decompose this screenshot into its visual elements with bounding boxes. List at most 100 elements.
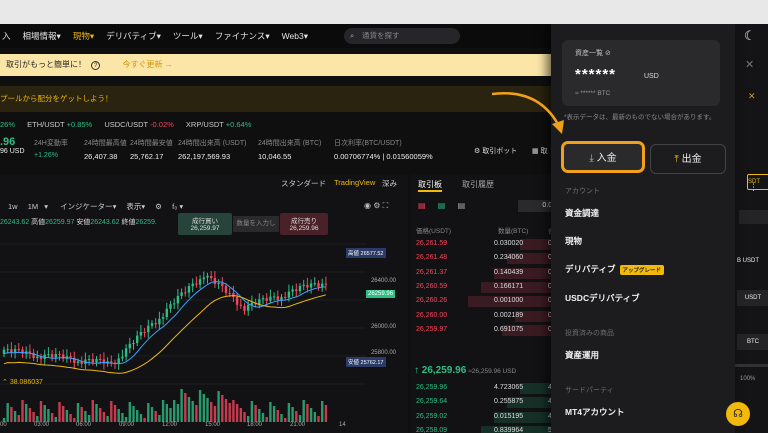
ticker-pair[interactable]: USDC/USDT	[104, 120, 148, 129]
menu-funding[interactable]: 資金調達	[565, 207, 599, 219]
orderbook-row[interactable]: 26,260.26 0.001000 0	[410, 295, 560, 308]
menu-spot[interactable]: 現物	[565, 235, 582, 247]
close-icon[interactable]: ✕	[748, 91, 756, 102]
volume-bar	[298, 415, 302, 422]
orderbook-row[interactable]: 26,261.37 0.140439 0	[410, 267, 560, 280]
withdraw-button[interactable]: ⤒ 出金	[650, 144, 726, 174]
fx-icon[interactable]: f₀ ▾	[172, 202, 183, 211]
indicator-button[interactable]: インジケーター▾	[60, 202, 116, 211]
tab-trade-history[interactable]: 取引履歴	[462, 179, 494, 190]
orderbook-row[interactable]: 26,261.59 0.030020 0	[410, 238, 560, 251]
panel-input[interactable]: BTC	[737, 334, 768, 350]
price-cell: 26,261.59	[416, 240, 448, 247]
tab-standard[interactable]: スタンダード	[281, 178, 326, 189]
volume-bar	[184, 393, 187, 422]
volume-bar	[69, 414, 72, 422]
tab-depth[interactable]: 深み	[382, 178, 397, 189]
theme-toggle-icon[interactable]: ☾	[744, 28, 756, 44]
eye-off-icon[interactable]: ⊘	[605, 50, 611, 57]
help-icon[interactable]: ?	[91, 61, 101, 70]
tab-orderbook[interactable]: 取引板	[418, 179, 442, 190]
candle-body	[121, 356, 124, 359]
display-button[interactable]: 表示▾	[126, 202, 145, 211]
nav-item-spot[interactable]: 現物▾	[73, 30, 94, 42]
tab-tradingview[interactable]: TradingView	[334, 178, 375, 187]
price-cell: 26,261.37	[416, 268, 448, 276]
volume-bar	[321, 401, 324, 422]
slider-track[interactable]	[735, 364, 768, 367]
qty-cell: 0.691075	[494, 325, 524, 333]
more-icon[interactable]: ⋮	[749, 182, 758, 193]
orderbook-row[interactable]: 26,259.97 0.691075 0	[410, 324, 560, 337]
orderbook-row[interactable]: 26,260.00 0.002189 0	[410, 310, 560, 323]
interval-1m[interactable]: 1M	[28, 202, 38, 211]
volume-bar	[258, 409, 261, 422]
volume-bar	[272, 406, 276, 422]
stat-change: 24H変動率 +1.26%	[34, 140, 68, 159]
quantity-input[interactable]: 数量を入力し	[233, 216, 279, 232]
trading-bot-button[interactable]: ⚙ 取引ボット	[474, 146, 517, 156]
current-price-tag: 26259.96	[366, 290, 396, 298]
chevron-down-icon[interactable]: ▾	[44, 202, 48, 211]
qty-cell: 4.723065	[494, 384, 524, 391]
volume-bar	[254, 405, 257, 422]
stat-high: 24時間最高値 26,407.38	[84, 140, 127, 161]
candlestick-chart[interactable]	[0, 236, 366, 422]
volume-bar	[313, 412, 316, 422]
bot-icon: ⚙	[474, 148, 481, 155]
panel-input[interactable]: USDT	[737, 290, 768, 306]
candle-body	[280, 296, 283, 300]
chart-panel: スタンダード TradingView 深み 1w 1M ▾ インジケーター▾ 表…	[0, 174, 408, 433]
candle-body	[147, 325, 150, 333]
ticker-pair[interactable]: XRP/USDT	[186, 120, 224, 129]
update-link[interactable]: 今すぐ更新 →	[122, 60, 172, 69]
candle-body	[180, 292, 183, 296]
volume-bar	[317, 416, 320, 422]
x-tick: 18:00	[247, 422, 263, 428]
volume-bar	[110, 401, 113, 422]
menu-derivatives[interactable]: デリバティブ アップグレード	[565, 263, 665, 275]
camera-icon[interactable]: ◉	[364, 201, 371, 210]
menu-asset-management[interactable]: 資産運用	[565, 349, 599, 361]
candle-body	[47, 354, 50, 356]
market-buy-button[interactable]: 成行買い 26,259.97	[178, 213, 232, 235]
nav-item-derivatives[interactable]: デリバティブ▾	[106, 30, 161, 42]
orderbook-row[interactable]: 26,259.02 0.015195 4	[410, 411, 560, 424]
settings-icon[interactable]: ⚙	[155, 202, 162, 211]
orderbook-row[interactable]: 26,258.09 0.839964 5	[410, 425, 560, 433]
menu-usdc-derivatives[interactable]: USDCデリバティブ	[565, 292, 640, 304]
nav-item-finance[interactable]: ファイナンス▾	[215, 30, 270, 42]
candle-body	[150, 323, 154, 326]
orderbook-row[interactable]: 26,260.59 0.166171 0	[410, 281, 560, 294]
price-cell: 26,259.64	[416, 398, 448, 406]
menu-mt4[interactable]: MT4アカウント	[565, 406, 625, 418]
candle-body	[143, 331, 146, 333]
ticker-change: +0.85%	[66, 120, 93, 129]
candle-body	[99, 358, 102, 360]
book-view-icons[interactable]: ▤ ▤ ▤	[418, 201, 465, 210]
nav-item-web3[interactable]: Web3▾	[282, 31, 308, 42]
search-input[interactable]: ⌕ 通貨を探す	[344, 28, 460, 44]
more-button[interactable]: ▦ 取	[532, 146, 548, 156]
ticker-pair[interactable]: ETH/USDT	[27, 120, 64, 129]
close-icon[interactable]: ✕	[745, 58, 754, 71]
market-sell-button[interactable]: 成行売り 26,259.96	[280, 213, 328, 235]
candle-body	[269, 296, 272, 301]
interval-1w[interactable]: 1w	[8, 202, 18, 211]
nav-item-tools[interactable]: ツール▾	[173, 30, 203, 42]
panel-input[interactable]	[739, 210, 768, 224]
candle-body	[309, 283, 313, 288]
deposit-button[interactable]: ⤓ 入金	[562, 142, 644, 172]
volume-bar	[147, 403, 150, 422]
nav-item-0[interactable]: 入	[2, 30, 11, 42]
orderbook-row[interactable]: 26,259.96 4.723065 4	[410, 382, 560, 395]
support-icon[interactable]: ☊	[726, 402, 750, 426]
settings-icon[interactable]: ⚙	[373, 201, 380, 210]
fullscreen-icon[interactable]: ⛶	[383, 201, 389, 210]
orderbook-row[interactable]: 26,261.48 0.234060 0	[410, 252, 560, 265]
volume-bars	[2, 389, 328, 422]
ticker-change[interactable]: 26%	[0, 120, 15, 129]
orderbook-row[interactable]: 26,259.64 0.255875 4	[410, 396, 560, 409]
qty-cell: 0.166171	[494, 282, 524, 290]
nav-item-market[interactable]: 相場情報▾	[23, 30, 61, 42]
